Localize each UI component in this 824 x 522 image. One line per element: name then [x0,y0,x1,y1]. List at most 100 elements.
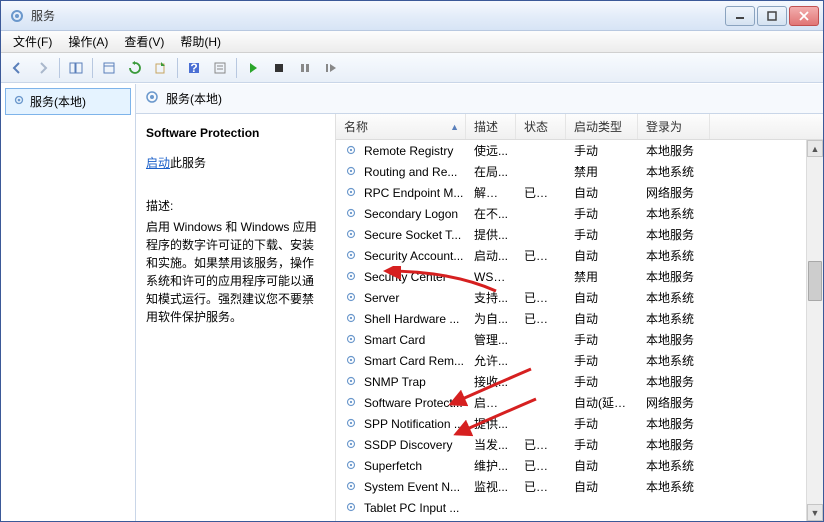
service-row[interactable]: SPP Notification ...提供...手动本地服务 [336,413,823,434]
restart-service-button[interactable] [319,56,343,80]
cell-startup: 手动 [566,205,638,222]
menu-file[interactable]: 文件(F) [5,31,60,52]
cell-name: Server [336,290,466,306]
service-row[interactable]: Smart Card管理...手动本地服务 [336,329,823,350]
help-button[interactable]: ? [182,56,206,80]
cell-logon: 网络服务 [638,184,710,201]
gear-icon [344,479,360,495]
stop-service-button[interactable] [267,56,291,80]
service-row[interactable]: RPC Endpoint M...解析 ...已启动自动网络服务 [336,182,823,203]
gear-icon [344,206,360,222]
service-row[interactable]: Shell Hardware ...为自...已启动自动本地系统 [336,308,823,329]
maximize-button[interactable] [757,6,787,26]
back-button[interactable] [5,56,29,80]
scroll-up-button[interactable]: ▲ [807,140,823,157]
col-logon[interactable]: 登录为 [638,114,710,139]
cell-desc: 使远... [466,142,516,159]
cell-startup: 手动 [566,331,638,348]
window-controls [725,6,819,26]
start-service-button[interactable] [241,56,265,80]
cell-logon: 本地服务 [638,268,710,285]
cell-logon: 本地服务 [638,142,710,159]
service-row[interactable]: Secure Socket T...提供...手动本地服务 [336,224,823,245]
close-button[interactable] [789,6,819,26]
list-body: Remote Registry使远...手动本地服务Routing and Re… [336,140,823,518]
pause-service-button[interactable] [293,56,317,80]
service-row[interactable]: Software Protect...启用 ...自动(延迟...网络服务 [336,392,823,413]
properties-button-2[interactable] [208,56,232,80]
services-window: 服务 文件(F) 操作(A) 查看(V) 帮助(H) ? [0,0,824,522]
service-list: 名称 ▲ 描述 状态 启动类型 登录为 Remote Registry使远...… [336,114,823,521]
properties-button[interactable] [97,56,121,80]
service-row[interactable]: SSDP Discovery当发...已启动手动本地服务 [336,434,823,455]
export-button[interactable] [149,56,173,80]
cell-startup: 手动 [566,142,638,159]
service-row[interactable]: Superfetch维护...已启动自动本地系统 [336,455,823,476]
right-header: 服务(本地) [136,84,823,114]
scroll-down-button[interactable]: ▼ [807,504,823,521]
cell-startup: 手动 [566,415,638,432]
cell-desc: 在局... [466,163,516,180]
cell-status: 已启动 [516,247,566,264]
service-row[interactable]: Security Account...启动...已启动自动本地系统 [336,245,823,266]
service-row[interactable]: SNMP Trap接收...手动本地服务 [336,371,823,392]
cell-logon: 本地系统 [638,205,710,222]
col-name[interactable]: 名称 ▲ [336,114,466,139]
service-row[interactable]: Smart Card Rem...允许...手动本地系统 [336,350,823,371]
cell-logon: 本地系统 [638,310,710,327]
start-service-link[interactable]: 启动 [146,156,170,170]
cell-startup: 自动 [566,310,638,327]
service-row[interactable]: Remote Registry使远...手动本地服务 [336,140,823,161]
cell-logon: 本地系统 [638,163,710,180]
gear-icon [344,185,360,201]
service-row[interactable]: Secondary Logon在不...手动本地系统 [336,203,823,224]
toolbar-separator [92,58,93,78]
col-status[interactable]: 状态 [516,114,566,139]
cell-status: 已启动 [516,289,566,306]
cell-logon: 本地服务 [638,373,710,390]
gear-icon [344,164,360,180]
cell-name: SPP Notification ... [336,416,466,432]
cell-startup: 手动 [566,373,638,390]
cell-name: Tablet PC Input ... [336,500,466,516]
cell-name: SSDP Discovery [336,437,466,453]
titlebar[interactable]: 服务 [1,1,823,31]
start-service-suffix: 此服务 [170,156,206,170]
cell-name: Smart Card [336,332,466,348]
service-row[interactable]: System Event N...监视...已启动自动本地系统 [336,476,823,497]
detail-title: Software Protection [146,126,325,140]
service-row[interactable]: Tablet PC Input ... [336,497,823,518]
cell-logon: 本地系统 [638,478,710,495]
cell-name: RPC Endpoint M... [336,185,466,201]
cell-desc: 在不... [466,205,516,222]
minimize-button[interactable] [725,6,755,26]
cell-name: Shell Hardware ... [336,311,466,327]
toolbar: ? [1,53,823,83]
cell-logon: 本地系统 [638,352,710,369]
show-hide-tree-button[interactable] [64,56,88,80]
cell-desc: 解析 ... [466,184,516,201]
service-row[interactable]: Routing and Re...在局...禁用本地系统 [336,161,823,182]
cell-name: Routing and Re... [336,164,466,180]
service-row[interactable]: Security CenterWSC...禁用本地服务 [336,266,823,287]
cell-desc: 监视... [466,478,516,495]
gear-icon [344,311,360,327]
forward-button[interactable] [31,56,55,80]
vertical-scrollbar[interactable]: ▲ ▼ [806,140,823,521]
window-title: 服务 [31,7,725,24]
service-row[interactable]: Server支持...已启动自动本地系统 [336,287,823,308]
description-label: 描述: [146,197,325,214]
col-startup[interactable]: 启动类型 [566,114,638,139]
refresh-button[interactable] [123,56,147,80]
tree-root-services-local[interactable]: 服务(本地) [5,88,131,115]
right-header-label: 服务(本地) [166,90,222,107]
menu-action[interactable]: 操作(A) [60,31,116,52]
col-desc[interactable]: 描述 [466,114,516,139]
cell-name: Smart Card Rem... [336,353,466,369]
menu-help[interactable]: 帮助(H) [172,31,229,52]
menu-view[interactable]: 查看(V) [116,31,172,52]
scroll-track[interactable] [807,157,823,504]
cell-name: Secure Socket T... [336,227,466,243]
scroll-thumb[interactable] [808,261,822,301]
cell-name: Superfetch [336,458,466,474]
